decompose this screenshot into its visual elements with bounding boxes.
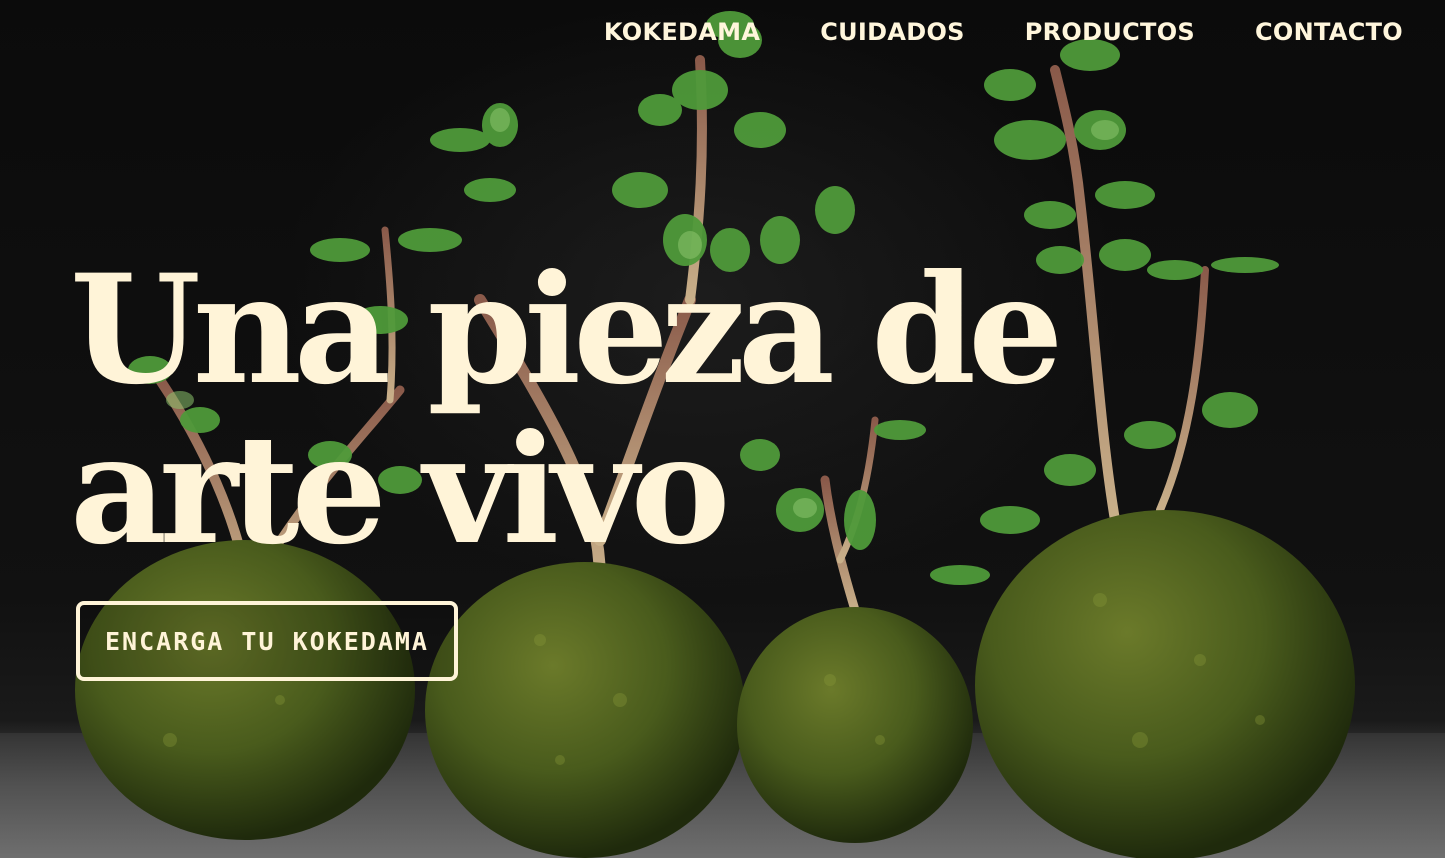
order-kokedama-button[interactable]: ENCARGA TU KOKEDAMA	[76, 601, 458, 681]
main-nav: KOKEDAMA CUIDADOS PRODUCTOS CONTACTO	[604, 14, 1403, 50]
hero-section: KOKEDAMA CUIDADOS PRODUCTOS CONTACTO Una…	[0, 0, 1445, 858]
nav-item-kokedama[interactable]: KOKEDAMA	[604, 14, 760, 50]
nav-item-productos[interactable]: PRODUCTOS	[1025, 14, 1195, 50]
nav-item-cuidados[interactable]: CUIDADOS	[820, 14, 965, 50]
hero-headline: Una pieza de arte vivo	[70, 242, 1064, 578]
nav-item-contacto[interactable]: CONTACTO	[1255, 14, 1403, 50]
